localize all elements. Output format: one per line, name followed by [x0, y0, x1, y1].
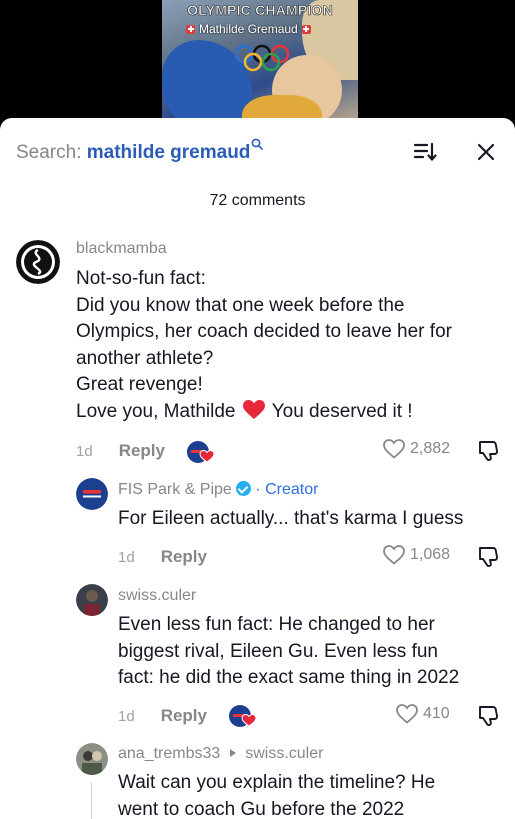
olympic-rings-icon	[234, 44, 290, 72]
dislike-icon[interactable]	[476, 703, 500, 727]
reply-line: biggest rival, Eileen Gu. Even less fun	[118, 640, 439, 662]
swiss-flag-icon	[301, 24, 311, 34]
creator-separator: ·	[255, 481, 261, 498]
reply-username[interactable]: swiss.culer	[118, 587, 196, 605]
reply-age: 1d	[118, 707, 135, 725]
search-header: Search: mathilde gremaud	[0, 118, 515, 184]
comment-line: another athlete?	[76, 347, 214, 369]
video-subtitle: Mathilde Gremaud	[186, 21, 311, 37]
like-count: 2,882	[410, 440, 451, 457]
avatar[interactable]	[76, 478, 108, 510]
comments-count: 72 comments	[209, 192, 306, 209]
like-button[interactable]: 2,882	[383, 439, 450, 459]
search-suggestion[interactable]: Search: mathilde gremaud	[16, 138, 264, 164]
thread-line	[91, 782, 92, 819]
reply-text: For Eileen actually... that's karma I gu…	[118, 508, 464, 529]
reply-line: Wait can you explain the timeline? He	[118, 772, 436, 793]
comment-line: Love you, Mathilde You deserved it !	[76, 399, 506, 426]
heart-outline-icon	[383, 545, 405, 565]
verified-badge-icon	[235, 481, 251, 496]
reply-button[interactable]: Reply	[119, 441, 165, 461]
heart-outline-icon	[383, 439, 405, 459]
creator-liked-icon	[229, 705, 257, 727]
swiss-flag-icon	[186, 24, 195, 34]
reply-meta: 1d Reply	[118, 705, 207, 727]
dislike-icon[interactable]	[476, 438, 500, 462]
video-subtitle-text: Mathilde Gremaud	[199, 22, 298, 36]
comment-age: 1d	[76, 442, 93, 460]
reply-line: fact: he did the exact same thing in 202…	[118, 667, 460, 688]
reply-username[interactable]: ana_trembs33	[118, 745, 220, 762]
dislike-icon[interactable]	[476, 544, 500, 568]
like-button[interactable]: 1,068	[383, 545, 450, 565]
comment-line: Not-so-fun fact:	[76, 268, 206, 289]
creator-badge: Creator	[265, 481, 319, 498]
comment-line-part: Love you, Mathilde	[76, 400, 236, 422]
comments-sheet: Search: mathilde gremaud 72 comments bla…	[0, 118, 515, 819]
comment-line: Great revenge!	[76, 374, 203, 395]
reply-username-row: ana_trembs33 swiss.culer	[118, 745, 323, 763]
comment-username[interactable]: blackmamba	[76, 240, 167, 258]
search-term[interactable]: mathilde gremaud	[87, 142, 251, 163]
reply-username-row: FIS Park & Pipe · Creator	[118, 481, 318, 499]
reply-text: Wait can you explain the timeline? He we…	[118, 770, 513, 819]
comment-text: Not-so-fun fact: Did you know that one w…	[76, 266, 506, 425]
reply-line: Even less fun fact: He changed to her	[118, 614, 435, 635]
reply-arrow-icon	[229, 749, 236, 757]
comment-line-part: You deserved it !	[271, 400, 413, 422]
search-icon[interactable]	[251, 138, 264, 150]
video-title: OLYMPIC CHAMPION	[187, 2, 333, 19]
like-count: 1,068	[410, 546, 451, 563]
search-label: Search:	[16, 142, 82, 163]
red-heart-emoji-icon	[242, 399, 265, 419]
reply-age: 1d	[118, 548, 135, 566]
comment-meta: 1d Reply	[76, 440, 165, 462]
reply-line: went to coach Gu before the 2022	[118, 798, 405, 819]
avatar[interactable]	[76, 584, 108, 616]
video-thumbnail[interactable]: OLYMPIC CHAMPION Mathilde Gremaud	[162, 0, 358, 130]
reply-to-username[interactable]: swiss.culer	[245, 745, 323, 762]
reply-meta: 1d Reply	[118, 546, 207, 568]
comment-line: Olympics, her coach decided to leave her…	[76, 321, 452, 342]
avatar[interactable]	[76, 743, 108, 775]
reply-text: Even less fun fact: He changed to her bi…	[118, 612, 513, 692]
comment-line: Did you know that one week before the	[76, 294, 405, 316]
video-preview-area: OLYMPIC CHAMPION Mathilde Gremaud	[0, 0, 515, 130]
like-count: 410	[423, 705, 450, 722]
avatar[interactable]	[16, 240, 60, 284]
heart-outline-icon	[396, 704, 418, 724]
reply-button[interactable]: Reply	[161, 547, 207, 567]
like-button[interactable]: 410	[396, 704, 450, 724]
sort-icon[interactable]	[412, 140, 438, 164]
creator-liked-icon	[187, 441, 215, 463]
reply-button[interactable]: Reply	[161, 706, 207, 726]
close-icon[interactable]	[474, 140, 498, 164]
reply-username[interactable]: FIS Park & Pipe	[118, 481, 232, 498]
